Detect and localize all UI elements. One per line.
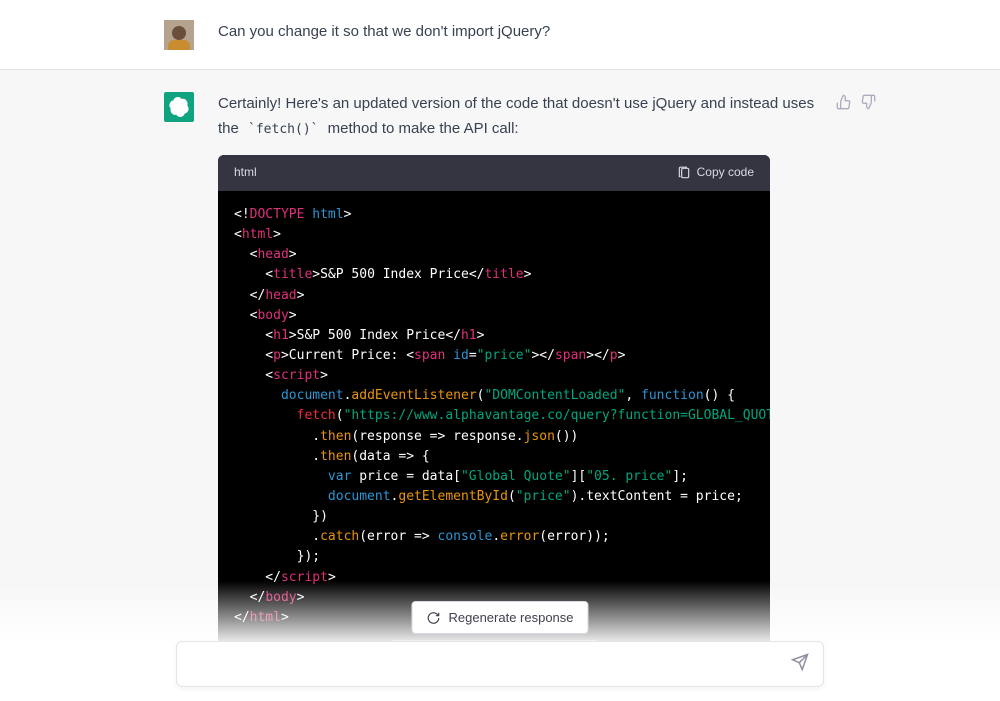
user-message-row: Can you change it so that we don't impor… bbox=[0, 0, 1000, 69]
assistant-avatar bbox=[164, 92, 194, 122]
code-body[interactable]: <!DOCTYPE html><html> <head> <title>S&P … bbox=[218, 191, 770, 644]
copy-code-label: Copy code bbox=[697, 163, 754, 183]
refresh-icon bbox=[426, 611, 440, 625]
send-icon bbox=[791, 653, 809, 671]
thumbs-down-icon[interactable] bbox=[860, 94, 876, 110]
assistant-message-content: Certainly! Here's an updated version of … bbox=[218, 92, 836, 643]
chat-input-bar bbox=[176, 641, 824, 687]
code-block: html Copy code <!DOCTYPE html><html> <he… bbox=[218, 155, 770, 644]
copy-code-button[interactable]: Copy code bbox=[677, 163, 754, 183]
regenerate-response-button[interactable]: Regenerate response bbox=[411, 601, 588, 634]
inline-code-fetch: `fetch()` bbox=[243, 121, 323, 138]
clipboard-icon bbox=[677, 166, 691, 180]
chat-input[interactable] bbox=[191, 656, 791, 673]
send-button[interactable] bbox=[791, 653, 809, 676]
code-language-label: html bbox=[234, 163, 257, 183]
assistant-text-part2: method to make the API call: bbox=[323, 120, 518, 137]
thumbs-up-icon[interactable] bbox=[836, 94, 852, 110]
user-avatar bbox=[164, 20, 194, 50]
regenerate-label: Regenerate response bbox=[448, 610, 573, 625]
assistant-message-row: Certainly! Here's an updated version of … bbox=[0, 69, 1000, 644]
code-block-header: html Copy code bbox=[218, 155, 770, 191]
feedback-buttons bbox=[836, 94, 876, 110]
user-message-text: Can you change it so that we don't impor… bbox=[218, 20, 836, 51]
